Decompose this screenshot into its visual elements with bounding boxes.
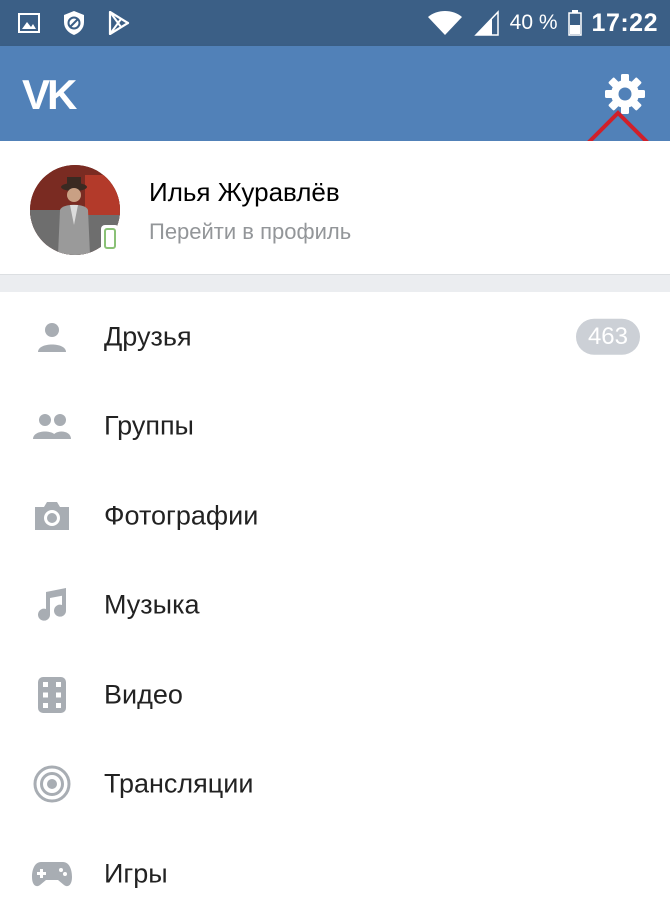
music-note-icon [31, 584, 73, 626]
menu-item-groups[interactable]: Группы [0, 382, 670, 472]
play-store-icon [108, 11, 130, 35]
blocked-icon [64, 11, 84, 35]
vk-logo: VK [22, 71, 77, 118]
friends-count-badge: 463 [575, 318, 640, 355]
clock: 17:22 [591, 8, 658, 37]
menu-item-label: Фотографии [104, 500, 259, 531]
film-icon [31, 674, 73, 716]
battery-percent: 40 % [509, 11, 558, 34]
menu-item-label: Друзья [104, 321, 192, 352]
status-bar-left [18, 10, 152, 36]
main-menu: Друзья 463 Группы Фотографии Музыка Виде… [0, 292, 670, 919]
people-icon [31, 405, 73, 447]
person-icon [31, 316, 73, 358]
status-bar: 40 % 17:22 [0, 0, 670, 46]
menu-item-label: Игры [104, 858, 168, 889]
menu-item-label: Музыка [104, 589, 200, 620]
menu-item-label: Трансляции [104, 768, 254, 799]
section-divider [0, 274, 670, 292]
menu-item-label: Группы [104, 410, 194, 441]
profile-card[interactable]: Илья Журавлёв Перейти в профиль [0, 141, 670, 274]
gamepad-icon [31, 853, 73, 895]
menu-item-video[interactable]: Видео [0, 650, 670, 740]
menu-item-broadcasts[interactable]: Трансляции [0, 740, 670, 830]
profile-name[interactable]: Илья Журавлёв [149, 177, 340, 208]
menu-item-photos[interactable]: Фотографии [0, 471, 670, 561]
menu-item-friends[interactable]: Друзья 463 [0, 292, 670, 382]
broadcast-icon [31, 763, 73, 805]
wifi-icon [427, 11, 462, 35]
status-bar-right: 40 % 17:22 [416, 9, 658, 38]
signal-icon [473, 10, 499, 36]
battery-icon [567, 10, 582, 36]
menu-item-games[interactable]: Игры [0, 829, 670, 919]
gallery-icon [18, 13, 40, 33]
menu-item-music[interactable]: Музыка [0, 561, 670, 651]
go-to-profile-link[interactable]: Перейти в профиль [149, 219, 351, 245]
camera-icon [31, 495, 73, 537]
menu-item-label: Видео [104, 679, 183, 710]
mobile-online-icon [101, 225, 119, 252]
